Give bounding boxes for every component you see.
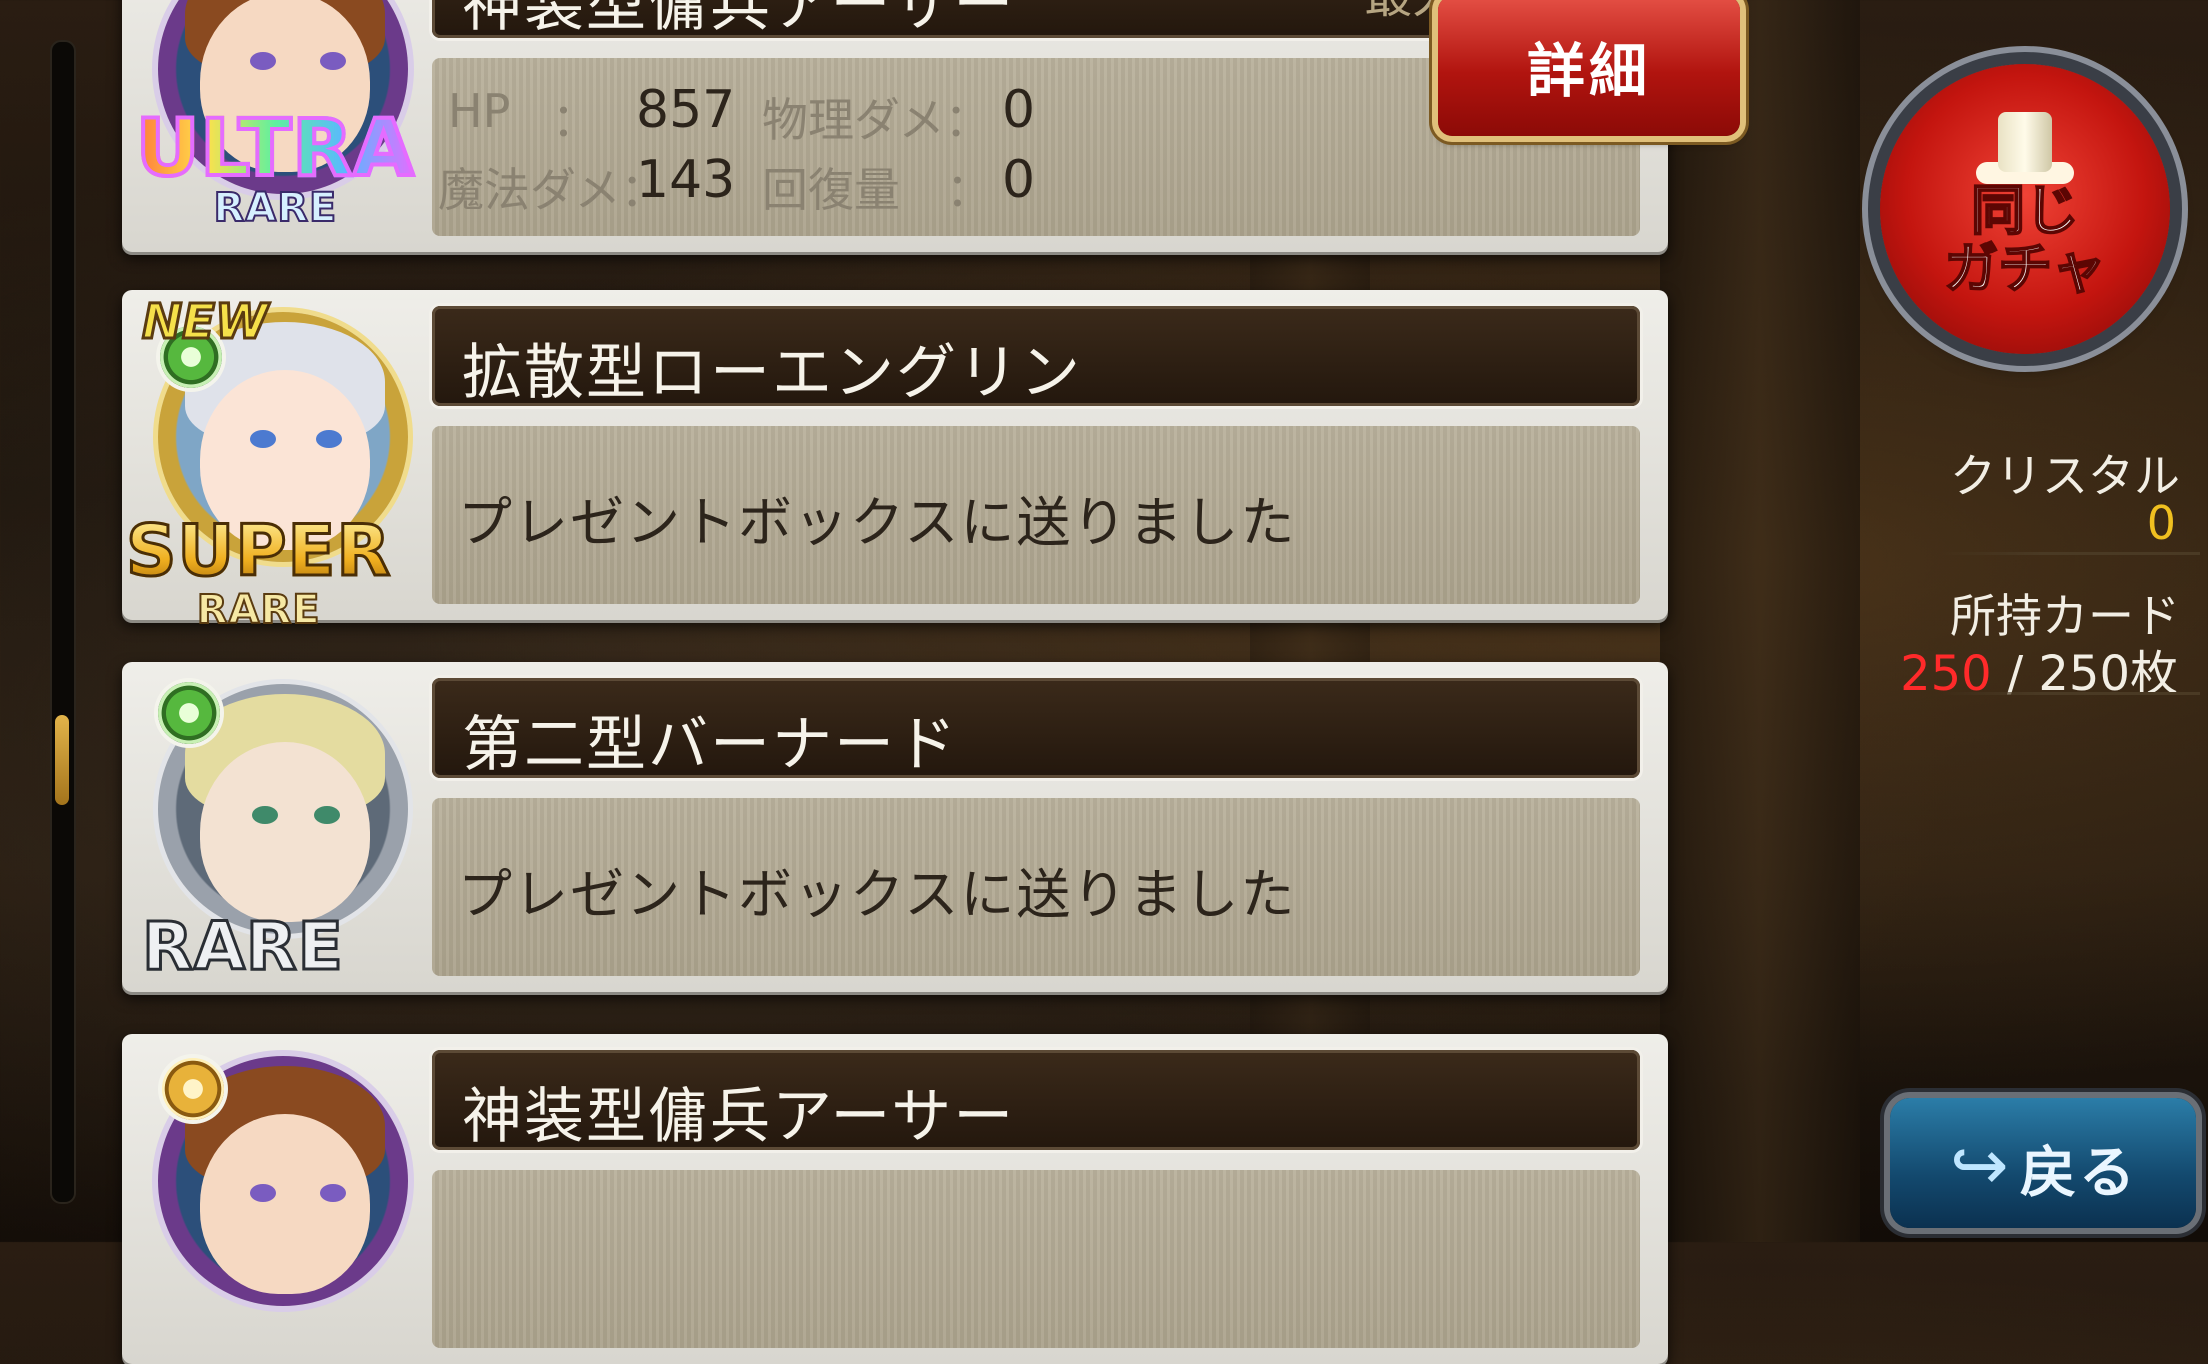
rarity-small: RARE bbox=[196, 587, 321, 633]
card-name-bar: 拡散型ローエングリン bbox=[432, 306, 1640, 408]
card-row-arthur-ultra-2[interactable]: 神装型傭兵アーサー bbox=[122, 1034, 1668, 1364]
rarity-big: ULTRA bbox=[134, 104, 416, 194]
scrollbar-thumb[interactable] bbox=[55, 715, 69, 805]
back-button[interactable]: ↪ 戻る bbox=[1890, 1098, 2196, 1228]
phys-damage-label: 物理ダメ： bbox=[762, 93, 991, 147]
return-arrow-icon: ↪ bbox=[1950, 1124, 2009, 1206]
character-portrait: RARE bbox=[140, 672, 420, 987]
mag-damage-value: 143 bbox=[636, 150, 736, 210]
card-row-bernard-rare[interactable]: RARE 第二型バーナード プレゼントボックスに送りました bbox=[122, 662, 1668, 992]
character-portrait: ULTRA RARE bbox=[134, 0, 420, 242]
sent-to-present-box-message: プレゼントボックスに送りました bbox=[458, 863, 1297, 926]
rarity-big: RARE bbox=[141, 907, 345, 987]
back-label: 戻る bbox=[2020, 1141, 2138, 1206]
new-badge: NEW bbox=[141, 293, 270, 352]
card-message-panel: プレゼントボックスに送りました bbox=[432, 426, 1640, 604]
character-eye bbox=[250, 430, 276, 448]
card-name-bar: 神装型傭兵アーサー bbox=[432, 1050, 1640, 1152]
divider bbox=[1940, 552, 2200, 555]
heal-value: 0 bbox=[1002, 150, 1036, 210]
hp-value: 857 bbox=[636, 80, 736, 140]
rarity-label: SUPER RARE bbox=[124, 510, 392, 633]
card-stats-panel bbox=[432, 1170, 1640, 1348]
rarity-label: ULTRA RARE bbox=[134, 108, 416, 231]
character-eye bbox=[320, 1184, 346, 1202]
card-message-panel: プレゼントボックスに送りました bbox=[432, 798, 1640, 976]
character-eye bbox=[314, 806, 340, 824]
character-eye bbox=[252, 806, 278, 824]
rarity-big: SUPER bbox=[124, 510, 392, 592]
character-eye bbox=[250, 1184, 276, 1202]
character-portrait: NEW SUPER RARE bbox=[124, 293, 420, 631]
mag-damage-label: 魔法ダメ： bbox=[438, 163, 667, 217]
card-name: 神装型傭兵アーサー bbox=[462, 0, 1016, 40]
card-name-bar: 第二型バーナード bbox=[432, 678, 1640, 780]
same-gacha-button[interactable]: 同じ ガチャ bbox=[1880, 64, 2170, 354]
character-eye bbox=[316, 430, 342, 448]
character-face bbox=[200, 742, 370, 922]
card-name: 拡散型ローエングリン bbox=[462, 338, 1082, 408]
rarity-label: RARE bbox=[141, 907, 345, 987]
detail-button[interactable]: 詳細 bbox=[1438, 0, 1740, 136]
crystal-label: クリスタル bbox=[1950, 449, 2180, 503]
rarity-small: RARE bbox=[212, 185, 338, 231]
crystal-value: 0 bbox=[2146, 496, 2176, 550]
light-element-icon bbox=[162, 1058, 224, 1120]
card-row-arthur-ultra[interactable]: ULTRA RARE 神装型傭兵アーサー 最大Lv.50 HP ： 857 物理… bbox=[122, 0, 1740, 252]
hp-colon: ： bbox=[552, 93, 598, 147]
card-name: 神装型傭兵アーサー bbox=[462, 1082, 1016, 1152]
same-gacha-label: 同じ ガチャ bbox=[1943, 179, 2106, 300]
background-pillar bbox=[1660, 0, 1860, 1242]
wind-element-icon bbox=[158, 682, 220, 744]
scrollbar-track[interactable] bbox=[50, 40, 76, 1204]
sent-to-present-box-message: プレゼントボックスに送りました bbox=[458, 491, 1297, 554]
character-portrait bbox=[140, 1044, 420, 1354]
phys-damage-value: 0 bbox=[1002, 80, 1036, 140]
gacha-lever-icon bbox=[1998, 112, 2052, 172]
divider bbox=[1940, 692, 2200, 695]
card-row-lohengrin-super[interactable]: NEW SUPER RARE 拡散型ローエングリン プレゼントボックスに送りまし… bbox=[122, 290, 1668, 631]
heal-label: 回復量 ： bbox=[762, 163, 992, 217]
card-name: 第二型バーナード bbox=[462, 710, 958, 780]
hp-label: HP bbox=[448, 84, 511, 138]
character-eye bbox=[250, 52, 276, 70]
character-eye bbox=[320, 52, 346, 70]
character-face bbox=[200, 1114, 370, 1294]
